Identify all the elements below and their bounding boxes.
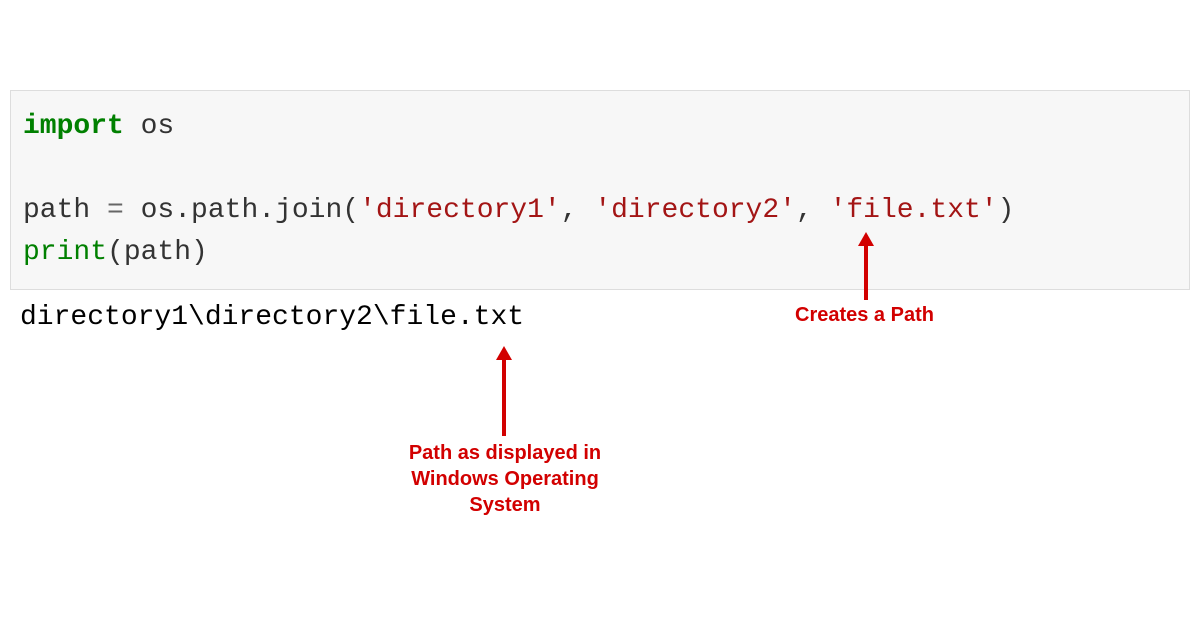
- os-path-join: os.path.join(: [124, 195, 359, 226]
- equals-operator: =: [107, 195, 124, 226]
- code-block: import os path = os.path.join('directory…: [10, 90, 1190, 290]
- string-dir2: 'directory2': [594, 195, 796, 226]
- print-args: (path): [107, 237, 208, 268]
- annotation-creates-path: Creates a Path: [795, 302, 934, 328]
- code-line-1: import os: [23, 106, 1177, 148]
- arrow-1-line: [864, 244, 868, 300]
- var-path: path: [23, 195, 107, 226]
- keyword-import: import: [23, 111, 124, 142]
- annotation-windows-path: Path as displayed in Windows Operating S…: [400, 440, 610, 518]
- arrow-1-head: [858, 232, 874, 246]
- comma-2: ,: [796, 195, 830, 226]
- arrow-2-head: [496, 346, 512, 360]
- close-paren: ): [998, 195, 1015, 226]
- module-os: os: [124, 111, 174, 142]
- output-text: directory1\directory2\file.txt: [20, 302, 524, 333]
- comma-1: ,: [561, 195, 595, 226]
- code-line-4: print(path): [23, 232, 1177, 274]
- arrow-2-line: [502, 358, 506, 436]
- string-dir1: 'directory1': [359, 195, 561, 226]
- print-builtin: print: [23, 237, 107, 268]
- code-line-blank: [23, 148, 1177, 190]
- string-file: 'file.txt': [830, 195, 998, 226]
- code-line-3: path = os.path.join('directory1', 'direc…: [23, 190, 1177, 232]
